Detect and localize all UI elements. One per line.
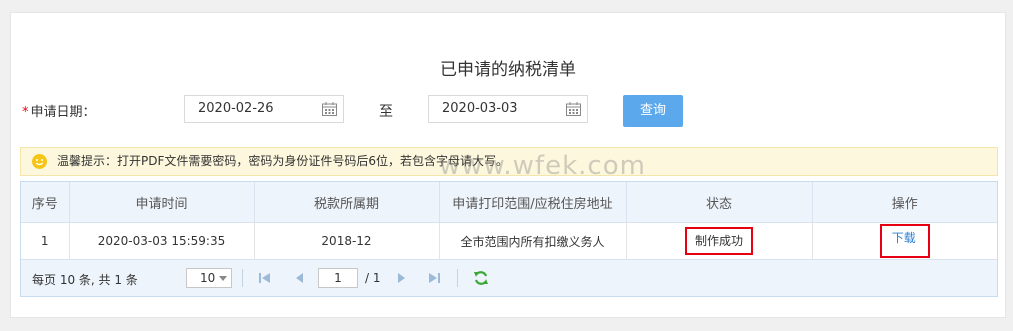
next-page-icon[interactable] [394,270,408,286]
total-pages: / 1 [365,271,381,285]
header-scope: 申请打印范围/应税住房地址 [439,182,627,223]
date-label: * 申请日期： [22,101,96,120]
pagination-info: 每页 10 条, 共 1 条 [32,273,138,287]
calendar-icon[interactable] [566,102,581,116]
end-date-value: 2020-03-03 [442,101,518,116]
download-link[interactable]: 下载 [879,224,930,258]
pager-divider [457,269,458,287]
cell-status: 制作成功 [626,222,813,260]
table-header-row: 序号 申请时间 税款所属期 申请打印范围/应税住房地址 状态 操作 [21,182,997,223]
cell-tax-period: 2018-12 [254,222,440,260]
query-button[interactable]: 查询 [623,95,683,127]
cell-apply-time: 2020-03-03 15:59:35 [69,222,255,260]
table-row: 1 2020-03-03 15:59:35 2018-12 全市范围内所有扣缴义… [21,222,997,260]
page-size-value: 10 [200,271,216,285]
smile-icon [32,154,47,169]
last-page-icon[interactable] [427,270,441,286]
cell-scope: 全市范围内所有扣缴义务人 [439,222,627,260]
pagination-bar: 每页 10 条, 共 1 条 10 1 / 1 [21,260,997,296]
calendar-icon[interactable] [322,102,337,116]
start-date-value: 2020-02-26 [198,101,274,116]
status-badge: 制作成功 [684,227,753,255]
page-size-select[interactable]: 10 [186,268,232,288]
header-action: 操作 [812,182,997,223]
prev-page-icon[interactable] [293,270,307,286]
date-label-text: 申请日期： [30,105,96,120]
page-number-input[interactable]: 1 [318,268,358,288]
chevron-down-icon [219,276,227,281]
watermark: www.wfek.com [439,151,646,181]
cell-action: 下载 [812,222,997,260]
tax-list-table: 序号 申请时间 税款所属期 申请打印范围/应税住房地址 状态 操作 1 2020… [20,181,998,297]
tax-list-panel: 已申请的纳税清单 * 申请日期： 2020-02-26 至 2020-03-03 … [10,12,1006,318]
first-page-icon[interactable] [258,270,272,286]
header-status: 状态 [626,182,813,223]
pager-divider [242,269,243,287]
cell-index: 1 [21,222,70,260]
start-date-input[interactable]: 2020-02-26 [184,95,344,123]
required-mark: * [22,105,29,120]
header-tax-period: 税款所属期 [254,182,440,223]
page-title: 已申请的纳税清单 [440,60,576,80]
to-label: 至 [379,104,393,120]
header-apply-time: 申请时间 [69,182,255,223]
end-date-input[interactable]: 2020-03-03 [428,95,588,123]
refresh-icon[interactable] [473,270,489,286]
header-index: 序号 [21,182,70,223]
